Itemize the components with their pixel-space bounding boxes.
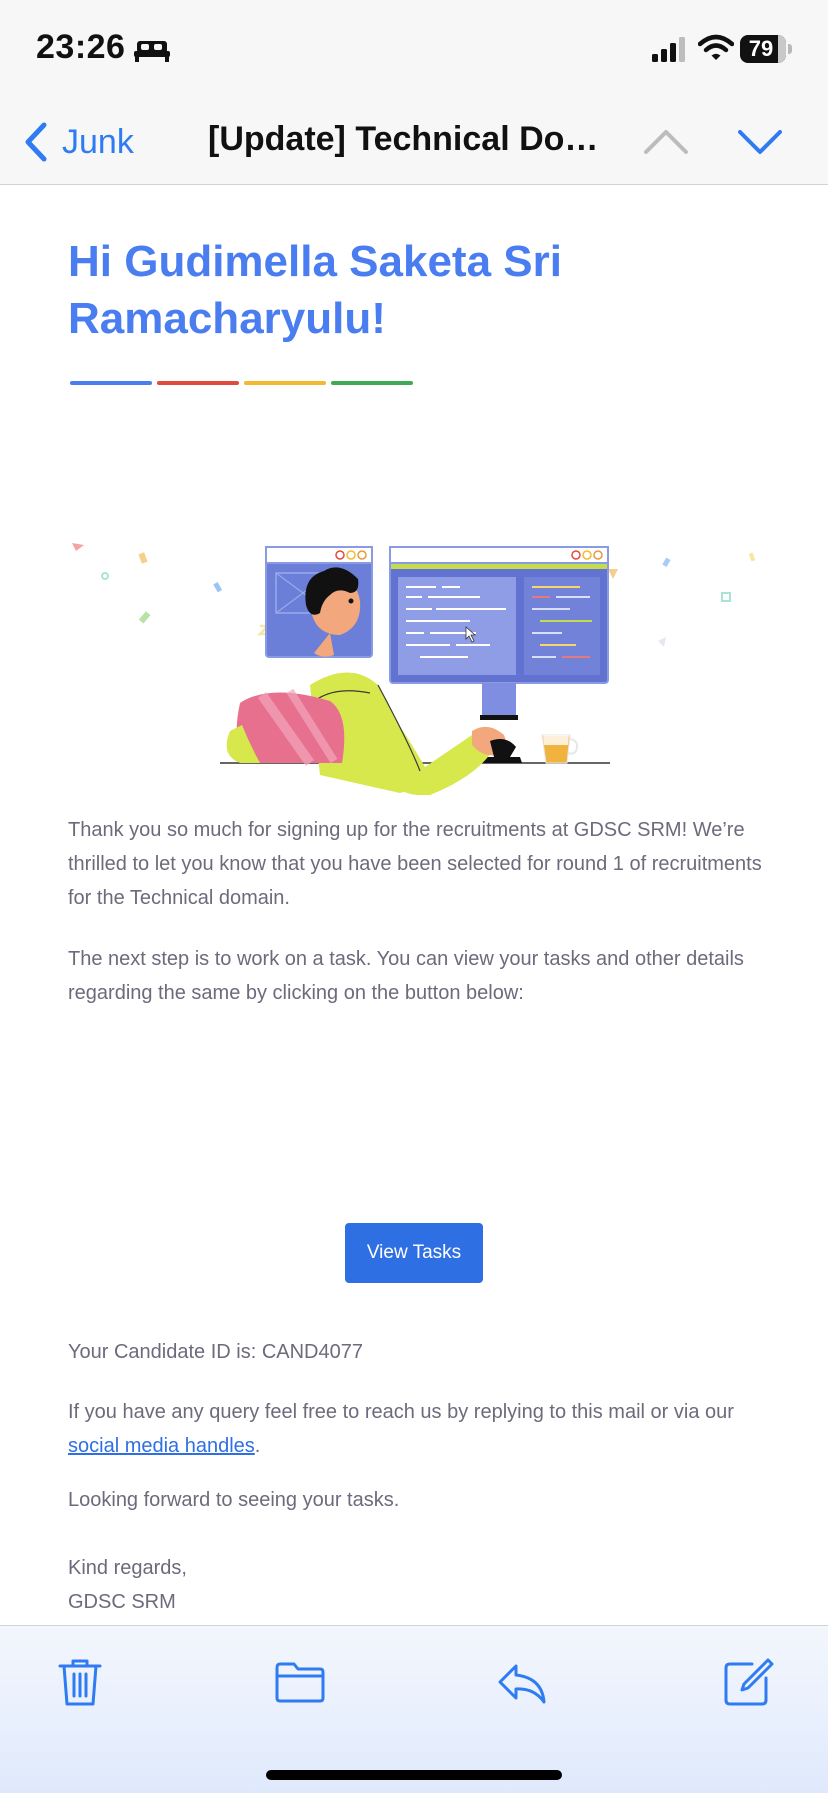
developer-illustration [220,546,610,795]
chevron-up-icon[interactable] [642,122,690,162]
reply-icon[interactable] [496,1656,548,1708]
view-tasks-button[interactable]: View Tasks [345,1223,483,1283]
query-paragraph: If you have any query feel free to reach… [68,1395,768,1463]
sign-off-regards: Kind regards, [68,1557,187,1579]
email-paragraph-intro: Thank you so much for signing up for the… [68,819,762,909]
email-paragraph-next-step: The next step is to work on a task. You … [68,948,744,1004]
battery-percent: 79 [748,36,774,61]
cellular-signal-icon [652,37,685,62]
email-body[interactable]: Hi Gudimella Saketa Sri Ramacharyulu! Th… [0,185,828,1625]
chevron-down-icon[interactable] [736,122,784,162]
greeting-heading: Hi Gudimella Saketa Sri Ramacharyulu! [68,237,562,343]
wifi-icon [698,34,734,60]
nav-bar: Junk [Update] Technical Domain Round 1 R… [0,100,828,185]
query-period: . [254,1435,261,1457]
trash-icon[interactable] [54,1656,106,1708]
social-media-handles-link[interactable]: social media handles [68,1435,255,1457]
status-bar: 23:26 79 [0,0,828,100]
status-time: 23:26 [36,28,126,66]
compose-icon[interactable] [722,1656,774,1708]
chevron-left-icon [25,122,47,162]
sign-off-organization: GDSC SRM [68,1591,176,1613]
back-button[interactable]: Junk [22,118,134,166]
candidate-id-text: Your Candidate ID is: CAND4077 [68,1341,363,1363]
home-indicator[interactable] [266,1770,562,1780]
query-text: If you have any query feel free to reach… [68,1401,734,1423]
back-label: Junk [62,122,134,161]
closing-text: Looking forward to seeing your tasks. [68,1489,400,1511]
bottom-toolbar [0,1625,828,1793]
battery-icon: 79 [740,35,792,63]
folder-icon[interactable] [274,1656,326,1708]
email-subject-title: [Update] Technical Domain Round 1 Result… [208,120,624,158]
sleep-icon [134,41,170,62]
